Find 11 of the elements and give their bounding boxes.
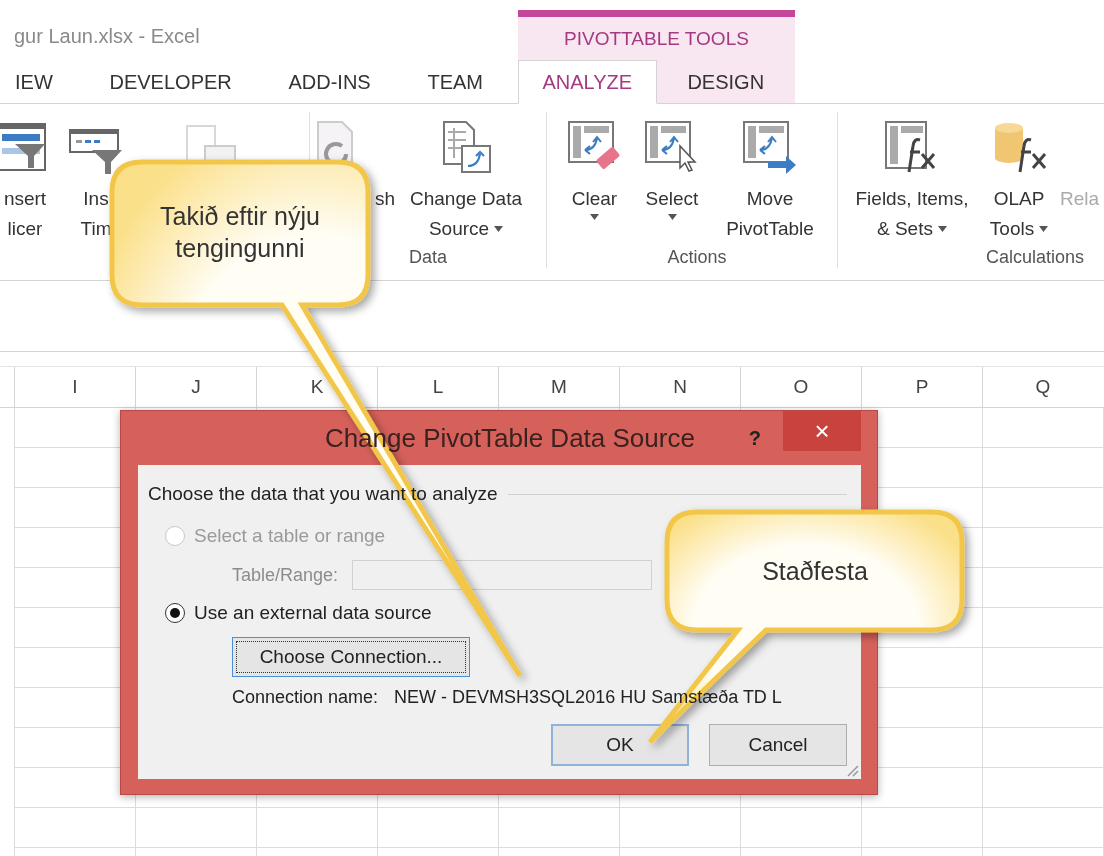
callout-text: Staðfesta bbox=[761, 556, 869, 587]
ribbon-group-label: Data bbox=[409, 247, 447, 268]
ribbon-group-label: Actions bbox=[667, 247, 727, 268]
contextual-tab-header: PIVOTTABLE TOOLS bbox=[518, 10, 795, 60]
window-title: gur Laun.xlsx - Excel bbox=[13, 25, 200, 48]
field-label: Table/Range: bbox=[232, 564, 339, 586]
callout-text: Takið eftir nýju tengingunni bbox=[159, 201, 321, 264]
ribbon-group-label: Calculations bbox=[985, 247, 1084, 268]
radio-label: Select a table or range bbox=[194, 525, 386, 547]
radio-label: Use an external data source bbox=[194, 602, 432, 624]
connection-label: Connection name: bbox=[232, 686, 379, 708]
